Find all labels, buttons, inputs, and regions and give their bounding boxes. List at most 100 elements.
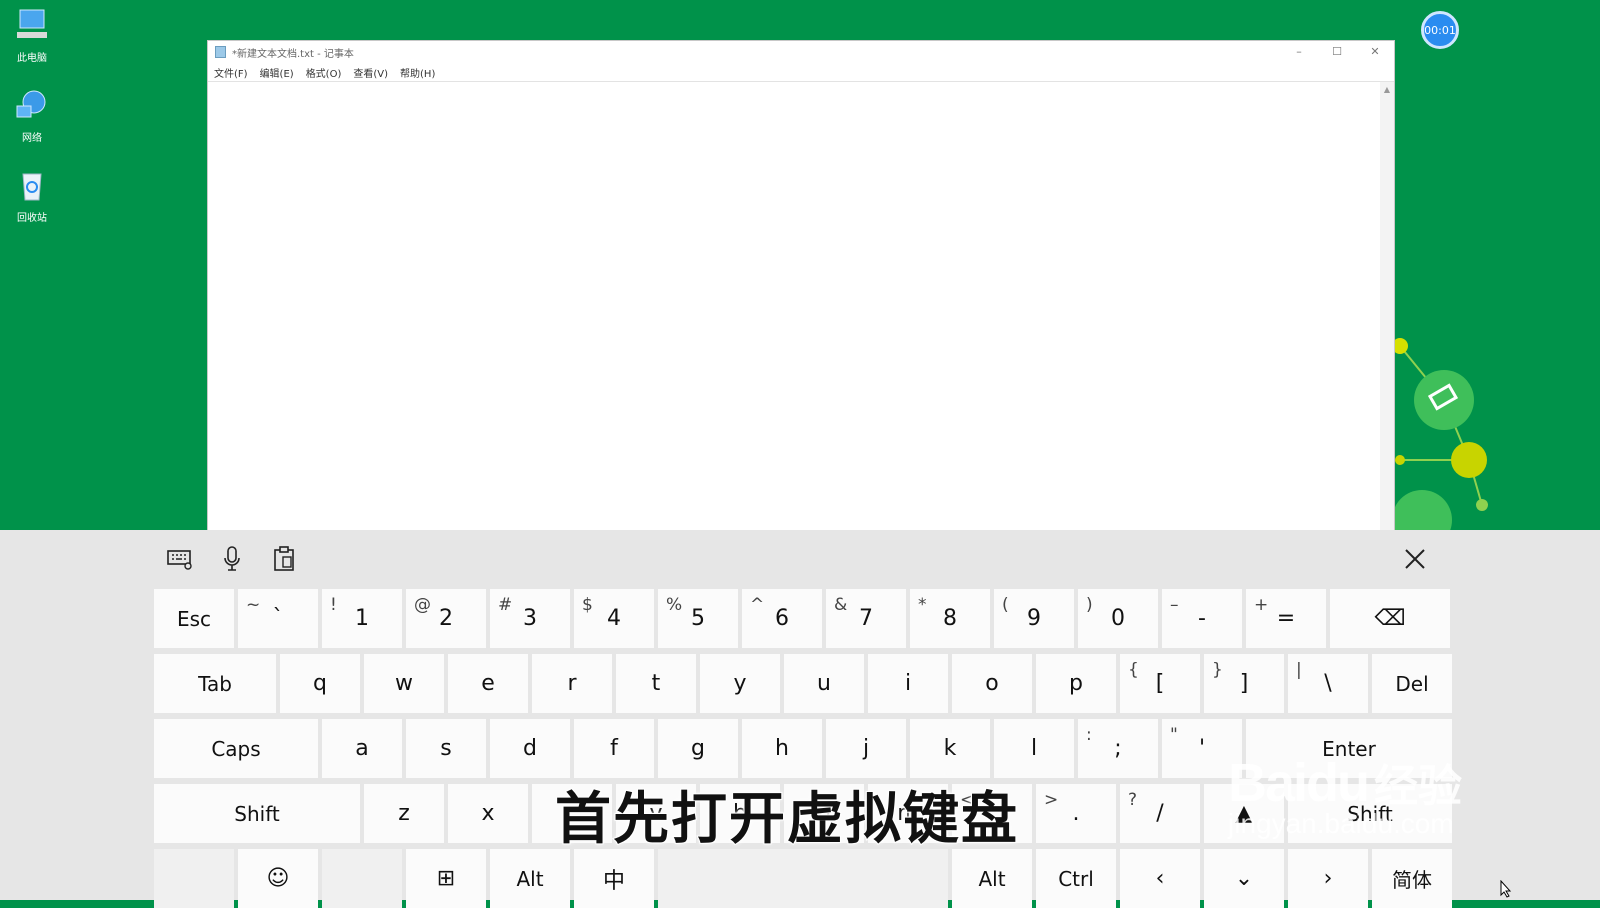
- desktop-icon-label: 回收站: [17, 213, 47, 224]
- key[interactable]: j: [826, 719, 906, 778]
- key[interactable]: % 5: [658, 589, 738, 648]
- recording-timer: 00:01: [1421, 11, 1459, 49]
- key-label: Esc: [176, 606, 212, 631]
- key[interactable]: t: [616, 654, 696, 713]
- key[interactable]: ‹: [1120, 849, 1200, 908]
- key-label: ]: [1239, 671, 1249, 696]
- key[interactable]: w: [364, 654, 444, 713]
- key[interactable]: ☺: [238, 849, 318, 908]
- menu-file[interactable]: 文件(F): [214, 65, 248, 80]
- key[interactable]: l: [994, 719, 1074, 778]
- key[interactable]: ⌄: [1204, 849, 1284, 908]
- key-label: 3: [523, 606, 537, 631]
- key-label: 0: [1111, 606, 1125, 631]
- keyboard-settings-button[interactable]: [165, 544, 195, 574]
- desktop-icon-label: 网络: [22, 133, 42, 144]
- keyboard-settings-icon: [167, 550, 192, 570]
- key[interactable]: Shift: [154, 784, 360, 843]
- key[interactable]: ! 1: [322, 589, 402, 648]
- key[interactable]: h: [742, 719, 822, 778]
- key-label: ›: [1323, 866, 1333, 891]
- key[interactable]: ) 0: [1078, 589, 1158, 648]
- menu-edit[interactable]: 编辑(E): [260, 65, 294, 80]
- key-label: t: [651, 671, 661, 696]
- key[interactable]: a: [322, 719, 402, 778]
- key[interactable]: Ctrl: [1036, 849, 1116, 908]
- key[interactable]: d: [490, 719, 570, 778]
- scroll-up-icon[interactable]: ▲: [1380, 82, 1394, 94]
- key[interactable]: Caps: [154, 719, 318, 778]
- key[interactable]: {[: [1120, 654, 1200, 713]
- clipboard-button[interactable]: [269, 544, 299, 574]
- key-label: /: [1156, 801, 1164, 826]
- key[interactable]: | \: [1288, 654, 1368, 713]
- menu-view[interactable]: 查看(V): [353, 65, 388, 80]
- key-label: e: [481, 671, 495, 696]
- key[interactable]: e: [448, 654, 528, 713]
- key[interactable]: 中: [574, 849, 654, 908]
- key[interactable]: 简体: [1372, 849, 1452, 908]
- menu-help[interactable]: 帮助(H): [400, 65, 435, 80]
- vertical-scrollbar[interactable]: ▲: [1380, 81, 1394, 530]
- key[interactable]: r: [532, 654, 612, 713]
- key[interactable]: [322, 849, 402, 908]
- key[interactable]: ~ `: [238, 589, 318, 648]
- key[interactable]: q: [280, 654, 360, 713]
- key-label: [154, 849, 234, 908]
- key[interactable]: k: [910, 719, 990, 778]
- maximize-button[interactable]: ☐: [1318, 41, 1356, 63]
- text-editor-area[interactable]: [208, 81, 1380, 530]
- desktop-icon-network[interactable]: 网络: [8, 88, 56, 144]
- key[interactable]: g: [658, 719, 738, 778]
- desktop-icon-this-pc[interactable]: 此电脑: [8, 8, 56, 64]
- keyboard-close-button[interactable]: [1400, 544, 1430, 574]
- key[interactable]: Alt: [952, 849, 1032, 908]
- key[interactable]: Del: [1372, 654, 1452, 713]
- close-button[interactable]: ✕: [1356, 41, 1394, 63]
- key[interactable]: i: [868, 654, 948, 713]
- key[interactable]: >.: [1036, 784, 1116, 843]
- key[interactable]: y: [700, 654, 780, 713]
- notepad-window[interactable]: *新建文本文档.txt - 记事本 – ☐ ✕ 文件(F) 编辑(E) 格式(O…: [208, 41, 1394, 530]
- key[interactable]: + =: [1246, 589, 1326, 648]
- key-label: [658, 849, 948, 908]
- key[interactable]: z: [364, 784, 444, 843]
- key[interactable]: x: [448, 784, 528, 843]
- key[interactable]: (9: [994, 589, 1074, 648]
- notepad-titlebar[interactable]: *新建文本文档.txt - 记事本: [208, 41, 1394, 63]
- key-label: u: [817, 671, 831, 696]
- key-label: \: [1324, 671, 1332, 696]
- desktop-icon-recycle-bin[interactable]: 回收站: [8, 168, 56, 224]
- menu-format[interactable]: 格式(O): [306, 65, 342, 80]
- key[interactable]: u: [784, 654, 864, 713]
- key[interactable]: * 8: [910, 589, 990, 648]
- minimize-button[interactable]: –: [1280, 41, 1318, 63]
- key[interactable]: ⌫: [1330, 589, 1450, 648]
- key[interactable]: o: [952, 654, 1032, 713]
- key[interactable]: & 7: [826, 589, 906, 648]
- key[interactable]: [154, 849, 234, 908]
- key-label: 4: [607, 606, 621, 631]
- key[interactable]: :;: [1078, 719, 1158, 778]
- key[interactable]: s: [406, 719, 486, 778]
- key[interactable]: [658, 849, 948, 908]
- key[interactable]: ⊞: [406, 849, 486, 908]
- key[interactable]: f: [574, 719, 654, 778]
- key-label: Tab: [198, 671, 232, 696]
- key[interactable]: ›: [1288, 849, 1368, 908]
- key[interactable]: – -: [1162, 589, 1242, 648]
- key-label: 2: [439, 606, 453, 631]
- key-label: Ctrl: [1058, 866, 1094, 891]
- key[interactable]: Tab: [154, 654, 276, 713]
- key[interactable]: }]: [1204, 654, 1284, 713]
- key[interactable]: Alt: [490, 849, 570, 908]
- key[interactable]: ^ 6: [742, 589, 822, 648]
- key-label: w: [395, 671, 413, 696]
- dictation-button[interactable]: [217, 544, 247, 574]
- key[interactable]: ? /: [1120, 784, 1200, 843]
- key[interactable]: #3: [490, 589, 570, 648]
- key[interactable]: Esc: [154, 589, 234, 648]
- key[interactable]: p: [1036, 654, 1116, 713]
- key[interactable]: @2: [406, 589, 486, 648]
- key[interactable]: $4: [574, 589, 654, 648]
